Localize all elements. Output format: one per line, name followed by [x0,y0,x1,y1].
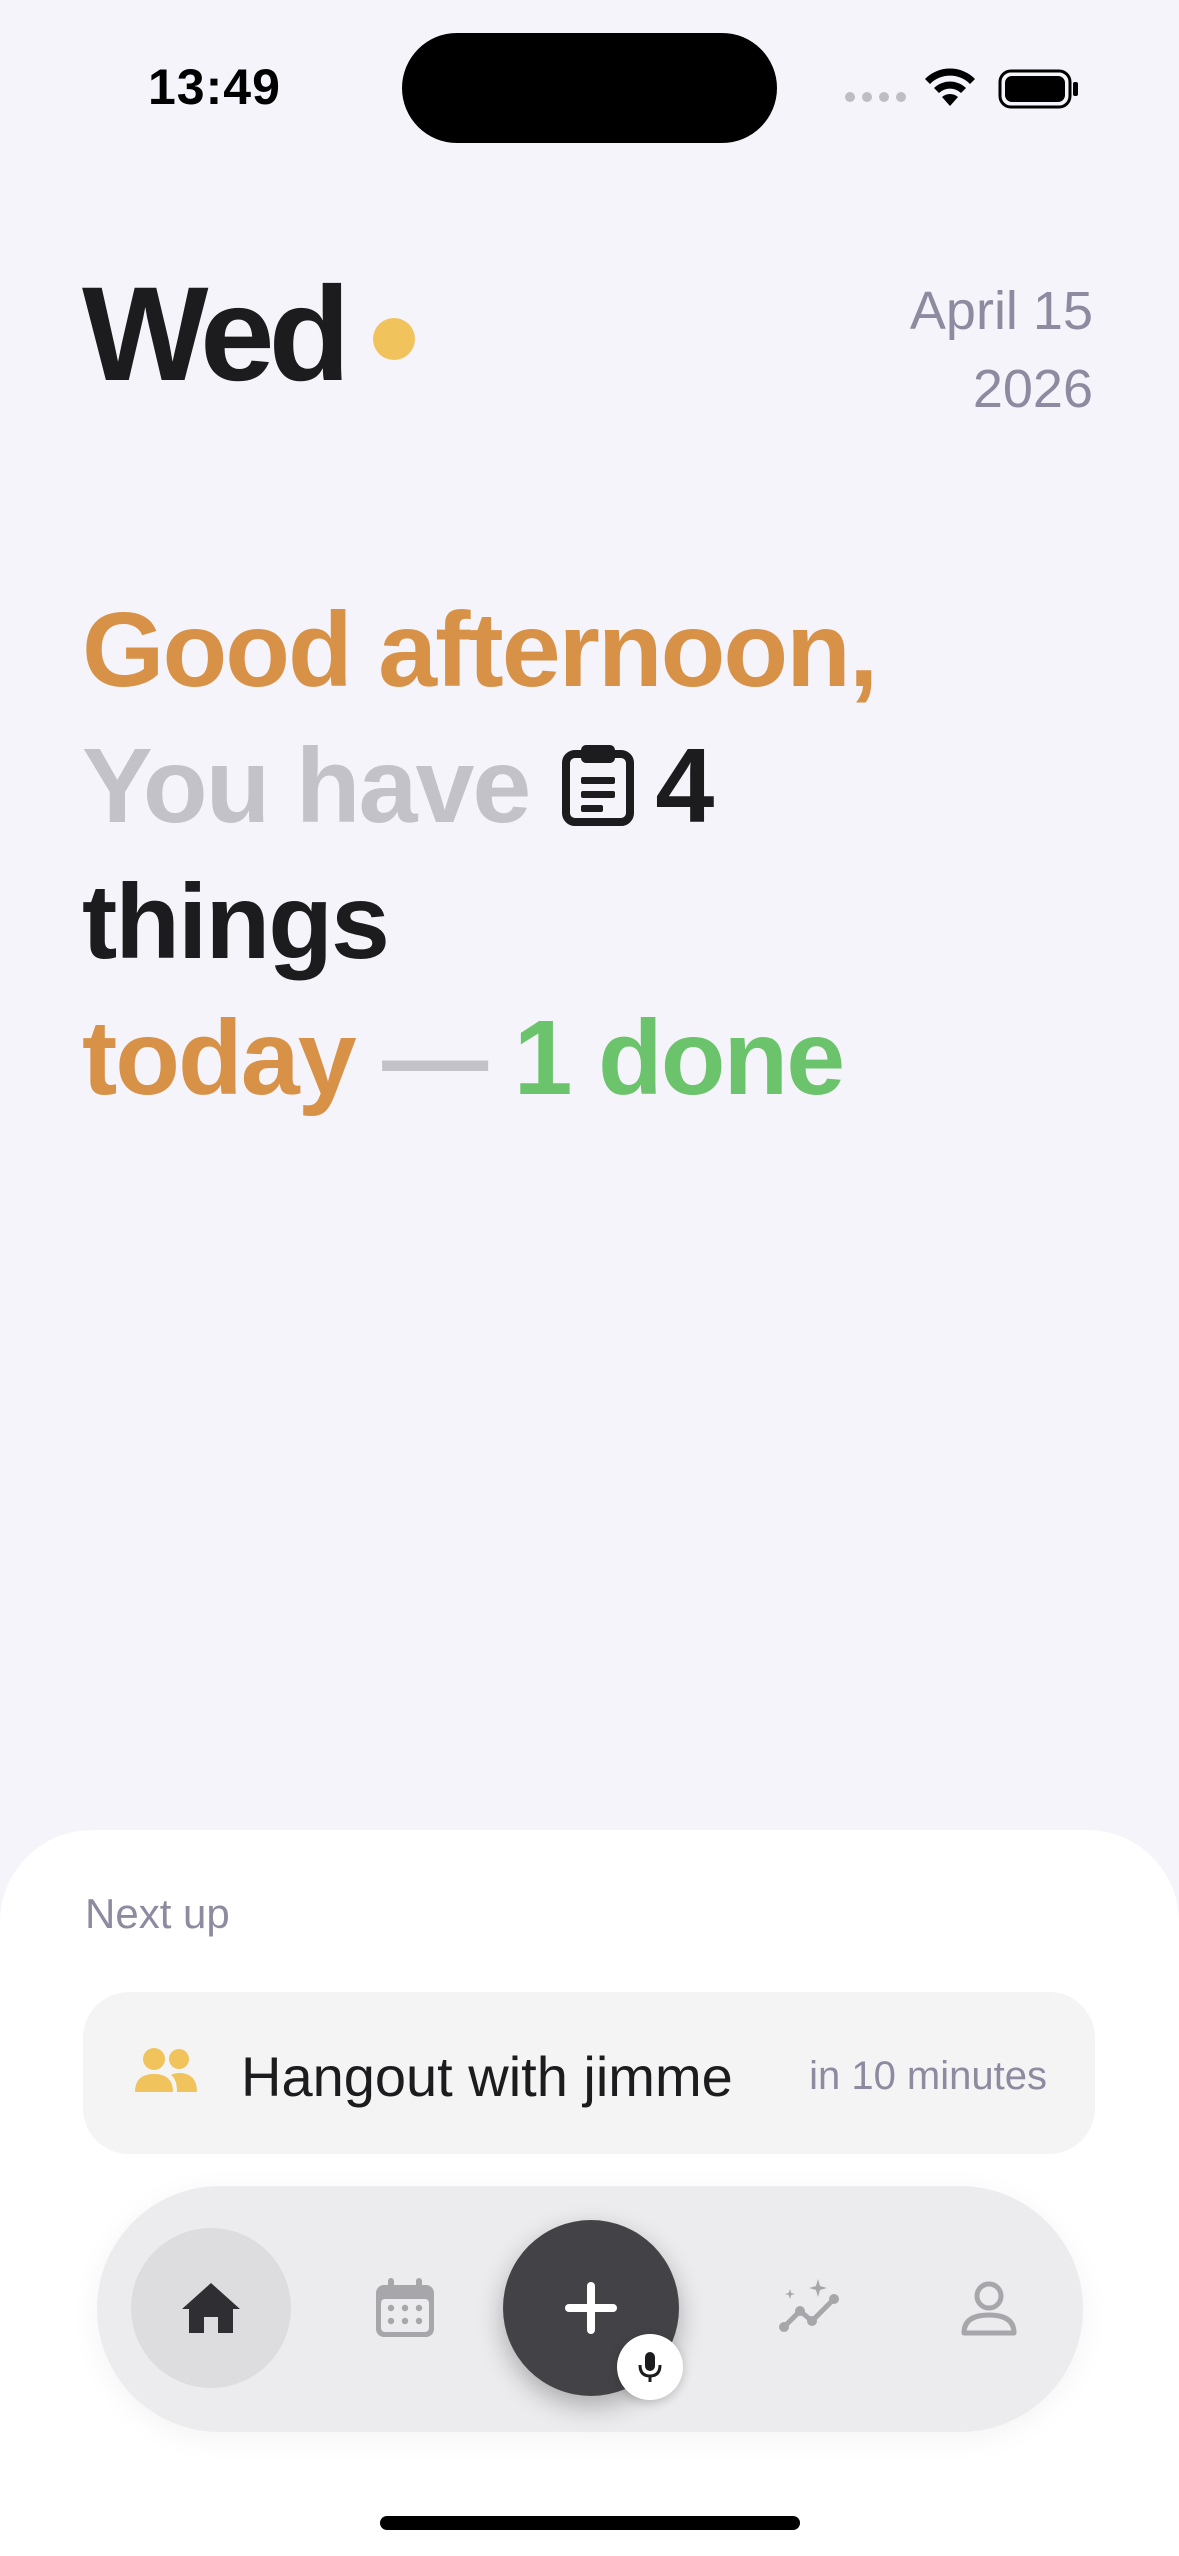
signal-dots-icon [845,92,906,102]
tab-insights[interactable] [731,2228,891,2388]
greeting: Good afternoon, You have 4 things today … [82,582,1082,1126]
wifi-icon [925,68,975,106]
bottom-sheet: Next up Hangout with jimme in 10 minutes [0,1830,1179,2556]
person-icon [961,2281,1017,2336]
microphone-icon [638,2352,662,2382]
event-title: Hangout with jimme [241,2045,733,2108]
tab-home[interactable] [131,2228,291,2388]
dynamic-island [402,33,777,143]
day-indicator-dot [373,318,415,360]
tab-bar [97,2186,1083,2432]
task-count: 4 [655,727,714,845]
greeting-you-have: You have [82,727,531,845]
status-bar: 13:49 [0,0,1179,170]
battery-icon [998,69,1078,109]
calendar-icon [376,2278,434,2337]
done-count: 1 done [513,999,846,1117]
home-icon [182,2283,240,2333]
next-up-label: Next up [85,1890,230,1937]
plus-icon [565,2282,617,2334]
sparkle-chart-icon [779,2279,839,2332]
tab-profile[interactable] [909,2228,1069,2388]
people-icon [135,2048,197,2092]
greeting-today: today [82,999,357,1117]
event-time: in 10 minutes [809,2054,1047,2098]
clipboard-icon [562,745,635,826]
greeting-dash: — [382,999,488,1117]
date-block: April 15 2026 [910,272,1093,428]
date-year: 2026 [972,359,1093,419]
date-month-day: April 15 [909,281,1093,341]
status-time: 13:49 [148,59,281,115]
voice-input-button[interactable] [617,2334,683,2400]
home-indicator [380,2516,800,2530]
tab-calendar[interactable] [325,2228,485,2388]
greeting-things: things [82,863,390,981]
greeting-salutation: Good afternoon, [82,591,878,709]
day-title: Wed [82,260,350,409]
next-event-card[interactable]: Hangout with jimme in 10 minutes [83,1992,1095,2154]
